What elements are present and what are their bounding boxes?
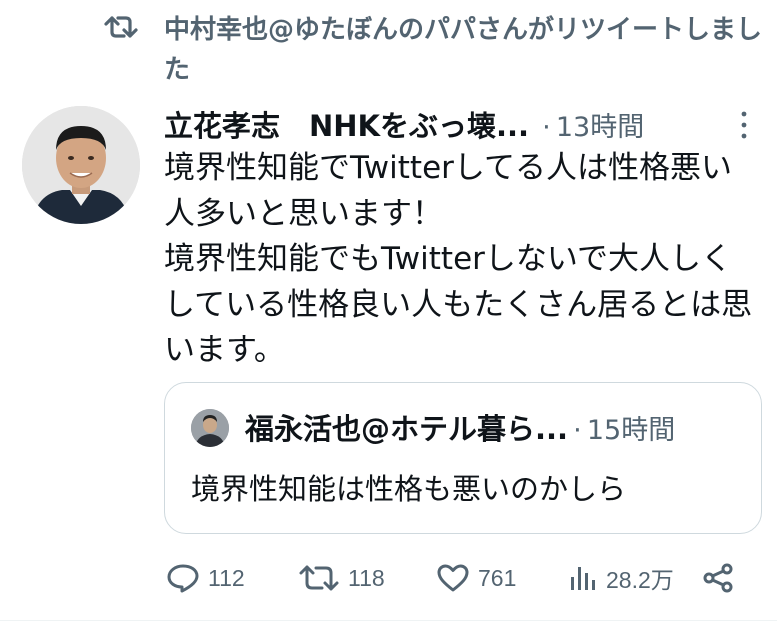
views-button[interactable]: 28.2万 bbox=[568, 556, 674, 600]
reply-icon bbox=[167, 564, 199, 593]
quoted-tweet[interactable]: 福永活也@ホテル暮ら... · 15時間 境界性知能は性格も悪いのかしら bbox=[164, 382, 762, 534]
tweet-text: 境界性知能でTwitterしてる人は性格悪い人多いと思います！ 境界性知能でもT… bbox=[164, 150, 753, 368]
retweet-count: 118 bbox=[348, 564, 385, 591]
retweet-action-icon bbox=[299, 565, 339, 591]
quoted-avatar-photo bbox=[191, 409, 229, 447]
like-count: 761 bbox=[478, 564, 517, 591]
retweet-label[interactable]: 中村幸也@ゆたぼんのパパさんがリツイートしました bbox=[164, 10, 764, 90]
views-icon bbox=[571, 567, 595, 590]
avatar-photo bbox=[22, 106, 140, 224]
like-button[interactable]: 761 bbox=[436, 556, 516, 600]
retweet-button[interactable]: 118 bbox=[298, 556, 385, 600]
reply-count: 112 bbox=[208, 564, 245, 591]
reply-button[interactable]: 112 bbox=[166, 556, 245, 600]
quoted-time[interactable]: 15時間 bbox=[587, 415, 675, 446]
quoted-text: 境界性知能は性格も悪いのかしら bbox=[191, 472, 627, 506]
quoted-header: 福永活也@ホテル暮ら... · 15時間 bbox=[245, 407, 765, 456]
share-icon bbox=[703, 563, 733, 593]
view-count: 28.2万 bbox=[606, 567, 674, 593]
more-options-icon[interactable] bbox=[736, 110, 752, 140]
action-bar: 112 118 761 28.2万 bbox=[160, 556, 760, 600]
tweet-time[interactable]: 13時間 bbox=[556, 112, 644, 143]
quoted-author-name[interactable]: 福永活也@ホテル暮ら... bbox=[245, 412, 568, 446]
retweet-icon bbox=[104, 16, 138, 38]
quoted-author-avatar bbox=[191, 409, 229, 447]
author-avatar[interactable] bbox=[22, 106, 140, 224]
tweet-header: 立花孝志 NHKをぶっ壊... · 13時間 bbox=[164, 104, 764, 148]
quoted-time-separator: · bbox=[573, 415, 582, 446]
author-name[interactable]: 立花孝志 NHKをぶっ壊... bbox=[164, 109, 529, 143]
heart-icon bbox=[437, 564, 469, 592]
time-separator: · bbox=[542, 112, 551, 143]
share-button[interactable] bbox=[702, 556, 736, 600]
tweet-card[interactable]: 中村幸也@ゆたぼんのパパさんがリツイートしました 立花孝志 NHKをぶっ壊...… bbox=[0, 0, 777, 621]
